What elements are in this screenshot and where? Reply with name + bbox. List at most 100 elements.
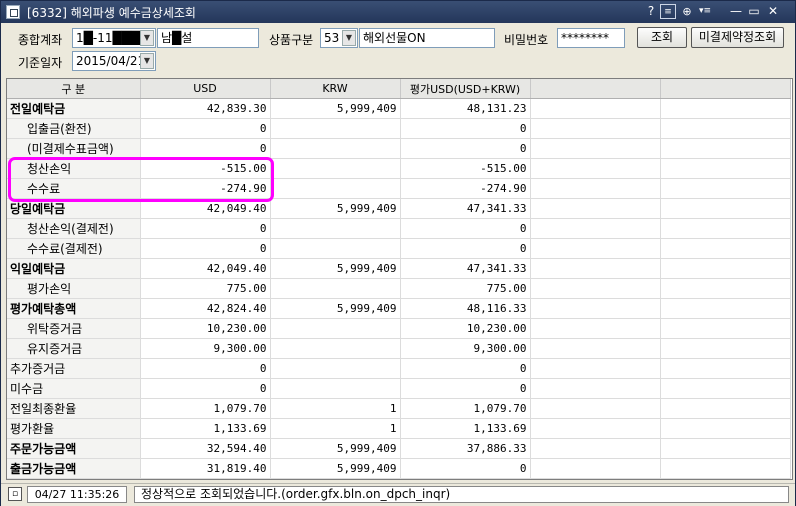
cell-krw [270,358,401,379]
account-select[interactable]: 1█-11████ ▼ [72,28,156,48]
help-icon[interactable]: ? [643,4,659,19]
cell-empty [660,298,791,319]
table-row[interactable]: (미결제수표금액) 0 0 [7,138,791,159]
maximize-button[interactable]: ▭ [746,4,762,19]
cell-eval-usd: 1,079.70 [400,398,531,419]
cell-empty [530,438,661,459]
cell-empty [530,358,661,379]
cell-krw [270,178,401,199]
cell-eval-usd: 37,886.33 [400,438,531,459]
header-eval-usd[interactable]: 평가USD(USD+KRW) [400,79,531,99]
table-row[interactable]: 입출금(환전) 0 0 [7,118,791,139]
password-field[interactable]: ******** [557,28,625,48]
cell-eval-usd: 0 [400,238,531,259]
status-bar: ▫ 04/27 11:35:26 정상적으로 조회되었습니다.(order.gf… [1,483,795,506]
cell-krw [270,118,401,139]
cell-empty [530,98,661,119]
deposit-detail-grid[interactable]: 구 분 USD KRW 평가USD(USD+KRW) 전일예탁금 42,839.3… [6,78,793,480]
row-label: 미수금 [7,378,141,399]
table-row[interactable]: 청산손익 -515.00 -515.00 [7,158,791,179]
minimize-button[interactable]: — [728,4,744,19]
cell-eval-usd: 47,341.33 [400,198,531,219]
cell-krw: 5,999,409 [270,298,401,319]
cell-krw [270,238,401,259]
cell-krw: 5,999,409 [270,438,401,459]
table-row[interactable]: 주문가능금액 32,594.40 5,999,409 37,886.33 [7,438,791,459]
cell-empty [660,378,791,399]
table-row[interactable]: 익일예탁금 42,049.40 5,999,409 47,341.33 [7,258,791,279]
row-label: 평가예탁총액 [7,298,141,319]
cell-empty [530,178,661,199]
cell-usd: 31,819.40 [140,458,271,479]
account-name-value: 남█설 [161,31,193,45]
cell-empty [530,318,661,339]
product-code-select[interactable]: 53 ▼ [320,28,358,48]
table-row[interactable]: 청산손익(결제전) 0 0 [7,218,791,239]
date-value: 2015/04/21 [76,54,146,68]
date-picker[interactable]: 2015/04/21 ▼ [72,51,156,71]
cell-eval-usd: 47,341.33 [400,258,531,279]
table-row[interactable]: 출금가능금액 31,819.40 5,999,409 0 [7,458,791,479]
cell-krw [270,158,401,179]
cell-eval-usd: 0 [400,118,531,139]
chevron-down-icon[interactable]: ▼ [140,30,154,46]
cell-empty [660,438,791,459]
cell-empty [530,138,661,159]
window-list-icon[interactable]: ≡ [660,4,676,19]
table-row[interactable]: 추가증거금 0 0 [7,358,791,379]
table-row[interactable]: 평가손익 775.00 775.00 [7,278,791,299]
table-row[interactable]: 당일예탁금 42,049.40 5,999,409 47,341.33 [7,198,791,219]
cell-empty [530,258,661,279]
main-window: [6332] 해외파생 예수금상세조회 ? ≡ ⊕ ▾≡ — ▭ ✕ 종합계좌 … [0,0,796,506]
cell-krw [270,138,401,159]
cell-empty [660,418,791,439]
table-row[interactable]: 평가예탁총액 42,824.40 5,999,409 48,116.33 [7,298,791,319]
cell-krw: 1 [270,398,401,419]
search-button[interactable]: 조회 [637,27,687,48]
cell-eval-usd: 0 [400,378,531,399]
cell-empty [660,138,791,159]
cell-krw [270,318,401,339]
cell-usd: 10,230.00 [140,318,271,339]
header-krw[interactable]: KRW [270,79,401,99]
cell-krw [270,278,401,299]
unsettled-contracts-button[interactable]: 미결제약정조회 [691,27,784,48]
pin-icon[interactable]: ⊕ [679,4,695,19]
cell-usd: 0 [140,238,271,259]
close-button[interactable]: ✕ [765,4,781,19]
table-header-row: 구 분 USD KRW 평가USD(USD+KRW) [7,79,791,99]
row-label: 수수료 [7,178,141,199]
header-category[interactable]: 구 분 [7,79,141,99]
cell-empty [530,418,661,439]
table-row[interactable]: 위탁증거금 10,230.00 10,230.00 [7,318,791,339]
row-label: 전일최종환율 [7,398,141,419]
cell-eval-usd: 0 [400,458,531,479]
cell-empty [530,218,661,239]
app-icon [6,5,20,19]
cell-eval-usd: 48,116.33 [400,298,531,319]
title-bar[interactable]: [6332] 해외파생 예수금상세조회 ? ≡ ⊕ ▾≡ — ▭ ✕ [1,1,795,23]
calendar-dropdown-icon[interactable]: ▼ [140,53,154,69]
cell-usd: 42,839.30 [140,98,271,119]
table-row[interactable]: 수수료(결제전) 0 0 [7,238,791,259]
table-row[interactable]: 미수금 0 0 [7,378,791,399]
cell-empty [530,118,661,139]
status-window-icon[interactable]: ▫ [8,487,22,501]
row-label: 수수료(결제전) [7,238,141,259]
cell-empty [530,278,661,299]
cell-empty [660,398,791,419]
product-name-value: 해외선물ON [363,31,426,45]
cell-usd: 1,079.70 [140,398,271,419]
row-label: (미결제수표금액) [7,138,141,159]
row-label: 평가손익 [7,278,141,299]
table-row[interactable]: 수수료 -274.90 -274.90 [7,178,791,199]
header-usd[interactable]: USD [140,79,271,99]
table-row[interactable]: 전일예탁금 42,839.30 5,999,409 48,131.23 [7,98,791,119]
cell-krw [270,218,401,239]
table-row[interactable]: 전일최종환율 1,079.70 1 1,079.70 [7,398,791,419]
cell-krw: 1 [270,418,401,439]
table-row[interactable]: 유지증거금 9,300.00 9,300.00 [7,338,791,359]
chevron-down-icon[interactable]: ▼ [342,30,356,46]
settings-menu-icon[interactable]: ▾≡ [697,4,713,19]
table-row[interactable]: 평가환율 1,133.69 1 1,133.69 [7,418,791,439]
